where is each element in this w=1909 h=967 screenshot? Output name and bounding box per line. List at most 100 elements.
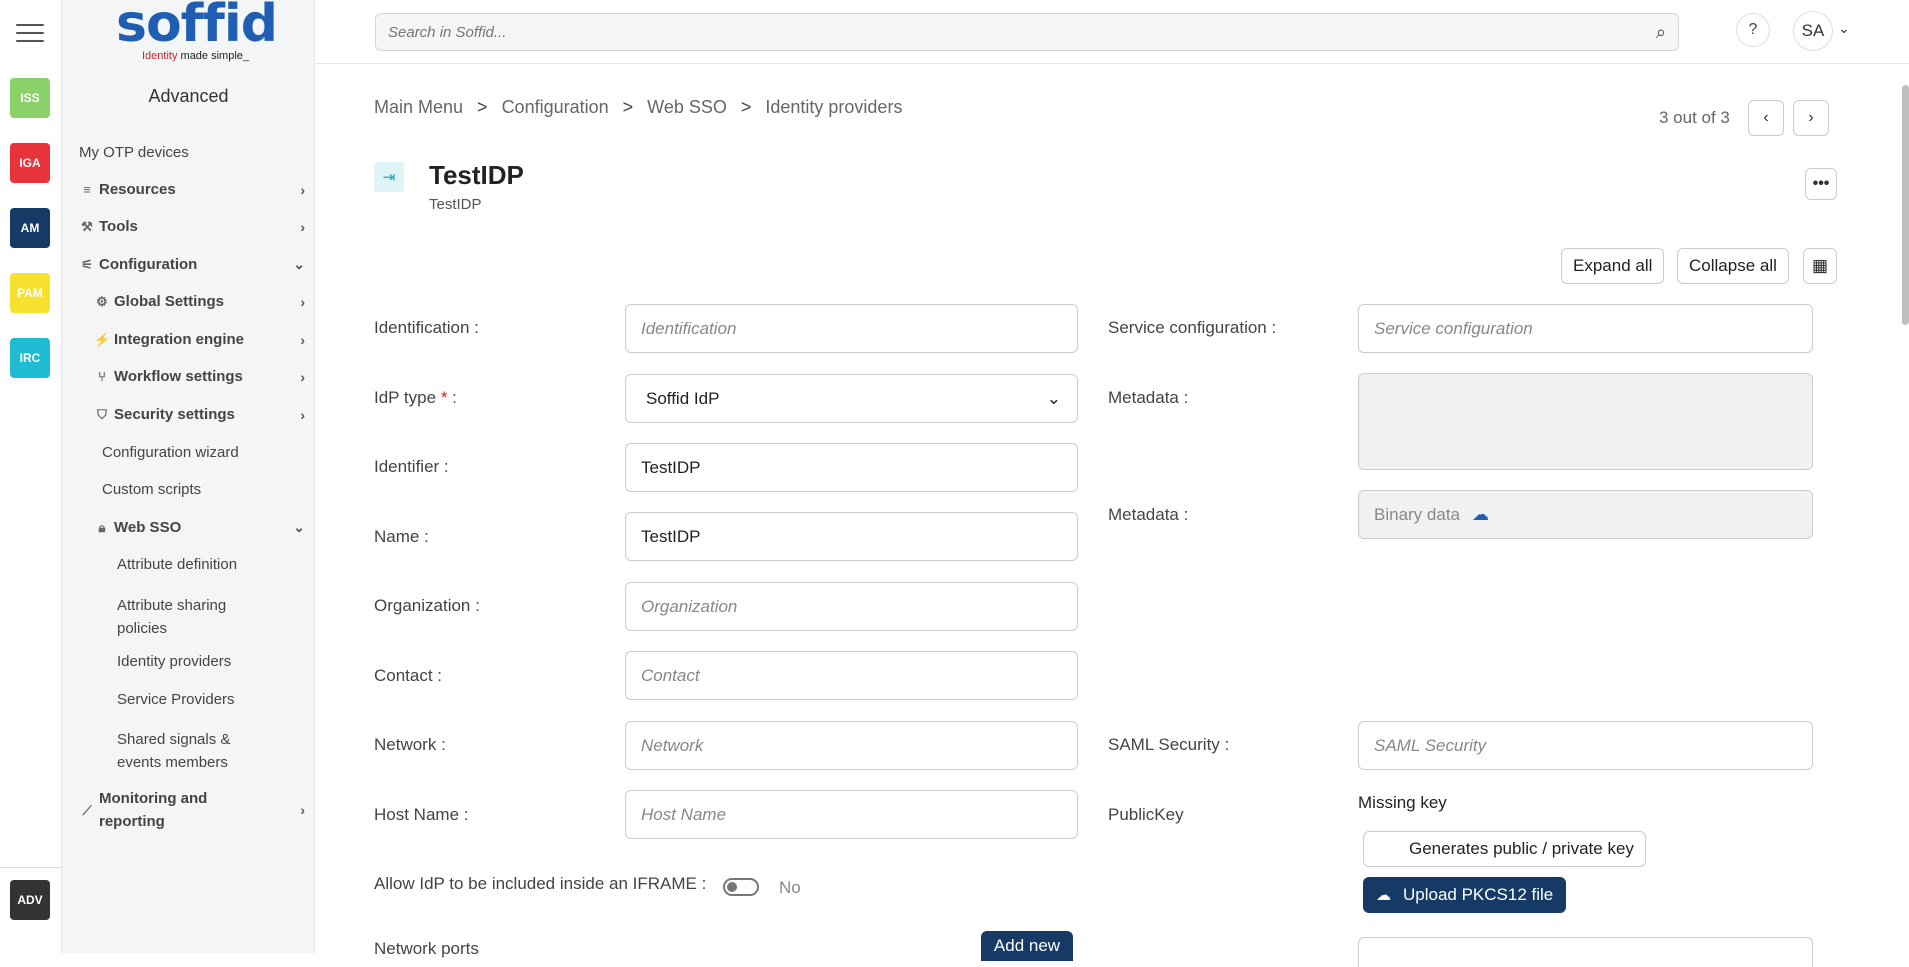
sidebar-item-otp-devices[interactable]: My OTP devices [79,144,332,161]
sidebar-item-label: Resources [99,181,176,198]
breadcrumb-web-sso[interactable]: Web SSO [647,97,727,118]
collapse-all-button[interactable]: Collapse all [1677,248,1789,284]
sidebar-item-configuration-wizard[interactable]: Configuration wizard [62,444,315,461]
chevron-right-icon: › [300,293,305,310]
name-field [625,512,1078,561]
sign-in-icon: ⇥ [374,162,404,192]
sidebar-item-label: Web SSO [114,519,182,536]
service-configuration-label: Service configuration : [1108,318,1277,337]
chevron-right-icon: › [300,368,305,385]
name-input[interactable] [641,526,1077,547]
app-iss-button[interactable]: ISS [10,78,50,118]
metadata-textarea[interactable] [1358,373,1813,470]
sidebar-item-service-providers[interactable]: Service Providers [62,691,315,708]
sidebar-item-custom-scripts[interactable]: Custom scripts [62,481,315,498]
sidebar-item-label: Shared signals & events members [117,731,231,771]
public-key-label: PublicKey [1108,805,1184,824]
service-configuration-field [1358,304,1813,353]
host-name-input[interactable] [641,804,1077,825]
chevron-down-icon[interactable]: ⌄ [1838,20,1850,37]
sidebar-item-label: Monitoring and reporting [99,790,208,830]
organization-input[interactable] [641,596,1077,617]
next-record-button[interactable]: › [1793,100,1829,136]
sidebar-item-tools[interactable]: ⚒ Tools › [62,218,315,235]
logo-tagline: Identity made simple_ [142,50,249,62]
upload-pkcs12-button[interactable]: ☁ Upload PKCS12 file [1363,877,1567,913]
sidebar-item-attribute-sharing-policies[interactable]: Attribute sharing policies [62,594,262,640]
iframe-toggle-value: No [779,878,801,897]
bolt-icon: ⚡ [94,331,111,347]
saml-security-input[interactable] [1374,735,1812,756]
identifier-input[interactable] [641,457,1077,478]
saml-security-field [1358,721,1813,770]
chevron-down-icon: ⌄ [293,519,305,535]
service-configuration-input[interactable] [1374,318,1812,339]
organization-field [625,582,1078,631]
sidebar-item-monitoring[interactable]: ⟋ Monitoring and reporting › [62,787,315,833]
contact-label: Contact : [374,666,443,685]
page-subtitle: TestIDP [429,196,482,213]
metadata-binary-field: Binary data ☁ [1358,490,1813,539]
pager-text: 3 out of 3 [1659,108,1730,127]
sidebar-item-label: Workflow settings [114,368,243,385]
shield-icon: ⛉ [97,406,107,422]
cloud-download-icon[interactable]: ☁ [1472,505,1489,525]
page-title: TestIDP [429,160,524,190]
sidebar-item-security-settings[interactable]: ⛉ Security settings › [62,406,315,423]
network-input[interactable] [641,735,1077,756]
avatar[interactable]: SA [1793,11,1833,51]
app-adv-button[interactable]: ADV [10,880,50,920]
sidebar: soffid Identity made simple_ Advanced My… [62,0,315,953]
sidebar-item-integration-engine[interactable]: ⚡ Integration engine › [62,331,315,348]
app-am-button[interactable]: AM [10,208,50,248]
sidebar-item-web-sso[interactable]: 🔒︎ Web SSO ⌄ [62,519,315,536]
iframe-toggle[interactable] [723,878,759,896]
app-iga-button[interactable]: IGA [10,143,50,183]
expand-all-button[interactable]: Expand all [1561,248,1665,284]
identification-input[interactable] [641,318,1077,339]
host-name-field [625,790,1078,839]
search-input[interactable] [388,23,1628,41]
sidebar-title: Advanced [148,86,229,106]
idp-type-label: IdP type * : [374,388,457,408]
previous-record-button[interactable]: ‹ [1748,100,1784,136]
metadata-binary-value: Binary data [1374,504,1460,524]
layout-toggle-button[interactable]: ▦ [1803,248,1837,284]
sidebar-item-label: Global Settings [114,293,225,310]
app-rail: ISS IGA AM PAM IRC ADV [0,0,62,953]
help-button[interactable]: ? [1736,13,1770,47]
sidebar-item-configuration[interactable]: ⚟ Configuration ⌄ [62,256,315,273]
menu-icon[interactable] [16,24,44,44]
logo-tag-rest: made simple_ [177,50,250,62]
name-label: Name : [374,527,429,546]
contact-input[interactable] [641,665,1077,686]
add-new-button[interactable]: Add new [981,931,1073,961]
top-bar: ⌕ ? SA ⌄ [315,0,1909,64]
sidebar-item-attribute-definition[interactable]: Attribute definition [62,556,315,573]
chevron-right-icon: › [300,218,305,235]
app-pam-button[interactable]: PAM [10,273,50,313]
next-field-partial [1358,937,1813,967]
identifier-field [625,443,1078,492]
breadcrumb-separator: > [740,97,752,117]
sidebar-item-resources[interactable]: ≡ Resources › [62,181,315,198]
app-irc-button[interactable]: IRC [10,338,50,378]
workflow-icon: ⑂ [98,369,106,384]
search-icon[interactable]: ⌕ [1656,22,1666,43]
breadcrumb-main-menu[interactable]: Main Menu [374,97,463,118]
scrollbar[interactable] [1902,85,1909,325]
sidebar-item-global-settings[interactable]: ⚙ Global Settings › [62,293,315,310]
generate-key-button[interactable]: Generates public / private key [1363,831,1646,867]
idp-type-select[interactable]: Soffid IdP ⌄ [625,374,1078,423]
wrench-icon: ⚒ [81,218,93,234]
identifier-label: Identifier : [374,457,449,476]
sidebar-item-workflow-settings[interactable]: ⑂ Workflow settings › [62,368,315,385]
more-options-button[interactable]: ••• [1805,168,1837,200]
metadata-text-label: Metadata : [1108,388,1189,407]
iframe-label: Allow IdP to be included inside an IFRAM… [374,874,707,893]
sidebar-item-identity-providers[interactable]: Identity providers [62,653,315,670]
public-key-status: Missing key [1358,793,1447,812]
sidebar-item-shared-signals[interactable]: Shared signals & events members [62,728,262,774]
metadata-binary-label: Metadata : [1108,505,1189,524]
breadcrumb-configuration[interactable]: Configuration [502,97,609,118]
